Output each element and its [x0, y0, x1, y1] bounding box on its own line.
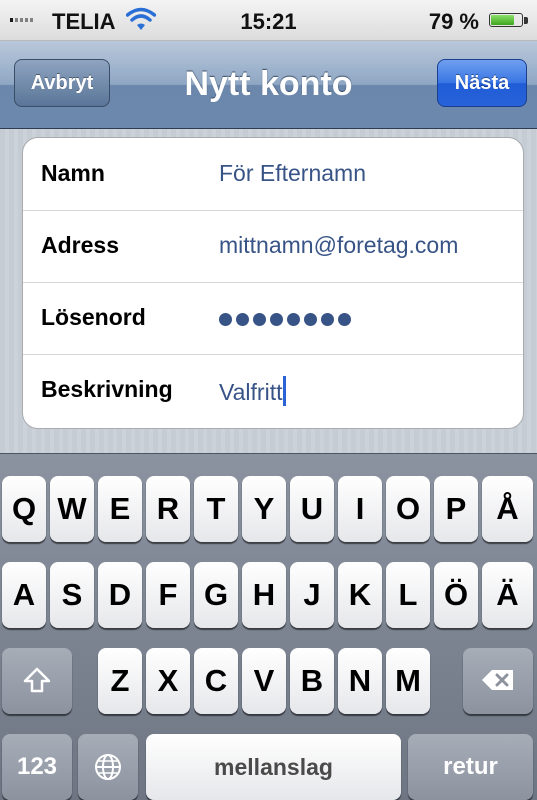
- nav-bar: Avbryt Nytt konto Nästa: [0, 41, 537, 129]
- key-f[interactable]: F: [146, 562, 190, 628]
- key-a-ring[interactable]: Å: [482, 476, 533, 542]
- key-i[interactable]: I: [338, 476, 382, 542]
- key-b[interactable]: B: [290, 648, 334, 714]
- form-row-name[interactable]: Namn För Efternamn: [23, 138, 523, 211]
- key-p[interactable]: P: [434, 476, 478, 542]
- status-bar: TELIA 15:21 79 %: [0, 0, 537, 41]
- key-z[interactable]: Z: [98, 648, 142, 714]
- key-q[interactable]: Q: [2, 476, 46, 542]
- backspace-key[interactable]: [463, 648, 533, 714]
- battery-percent: 79 %: [428, 9, 479, 34]
- name-label: Namn: [41, 160, 105, 186]
- key-a[interactable]: A: [2, 562, 46, 628]
- key-d[interactable]: D: [98, 562, 142, 628]
- description-label: Beskrivning: [41, 376, 173, 402]
- key-e[interactable]: E: [98, 476, 142, 542]
- return-key[interactable]: retur: [408, 734, 533, 800]
- key-o-umlaut[interactable]: Ö: [434, 562, 478, 628]
- password-label: Lösenord: [41, 304, 146, 330]
- key-n[interactable]: N: [338, 648, 382, 714]
- text-cursor: [283, 376, 287, 406]
- description-value: Valfritt: [219, 379, 283, 405]
- form-row-password[interactable]: Lösenord: [23, 282, 523, 355]
- next-button[interactable]: Nästa: [437, 59, 527, 107]
- key-k[interactable]: K: [338, 562, 382, 628]
- numbers-key[interactable]: 123: [2, 734, 72, 800]
- key-x[interactable]: X: [146, 648, 190, 714]
- shift-key[interactable]: [2, 648, 72, 714]
- password-field[interactable]: [219, 313, 351, 326]
- email-field[interactable]: mittnamn@foretag.com: [219, 232, 458, 259]
- key-w[interactable]: W: [50, 476, 94, 542]
- key-j[interactable]: J: [290, 562, 334, 628]
- globe-icon: [95, 754, 121, 780]
- battery-tip: [524, 17, 528, 24]
- key-g[interactable]: G: [194, 562, 238, 628]
- key-l[interactable]: L: [386, 562, 430, 628]
- key-s[interactable]: S: [50, 562, 94, 628]
- globe-key[interactable]: [78, 734, 138, 800]
- key-v[interactable]: V: [242, 648, 286, 714]
- form-row-description[interactable]: Beskrivning Valfritt: [23, 354, 523, 426]
- key-t[interactable]: T: [194, 476, 238, 542]
- key-o[interactable]: O: [386, 476, 430, 542]
- account-form: Namn För Efternamn Adress mittnamn@foret…: [22, 137, 524, 429]
- backspace-icon: [482, 670, 513, 690]
- address-label: Adress: [41, 232, 119, 258]
- key-c[interactable]: C: [194, 648, 238, 714]
- battery-icon: [489, 13, 523, 27]
- shift-arrow-icon: [23, 667, 51, 693]
- space-key[interactable]: mellanslag: [146, 734, 401, 800]
- key-u[interactable]: U: [290, 476, 334, 542]
- key-m[interactable]: M: [386, 648, 430, 714]
- form-row-address[interactable]: Adress mittnamn@foretag.com: [23, 210, 523, 283]
- name-field[interactable]: För Efternamn: [219, 160, 366, 187]
- key-y[interactable]: Y: [242, 476, 286, 542]
- description-field[interactable]: Valfritt: [219, 376, 287, 406]
- key-r[interactable]: R: [146, 476, 190, 542]
- keyboard: Q W E R T Y U I O P Å A S D F G H J K L …: [0, 453, 537, 800]
- key-h[interactable]: H: [242, 562, 286, 628]
- key-a-umlaut[interactable]: Ä: [482, 562, 533, 628]
- form-area: Namn För Efternamn Adress mittnamn@foret…: [0, 129, 537, 453]
